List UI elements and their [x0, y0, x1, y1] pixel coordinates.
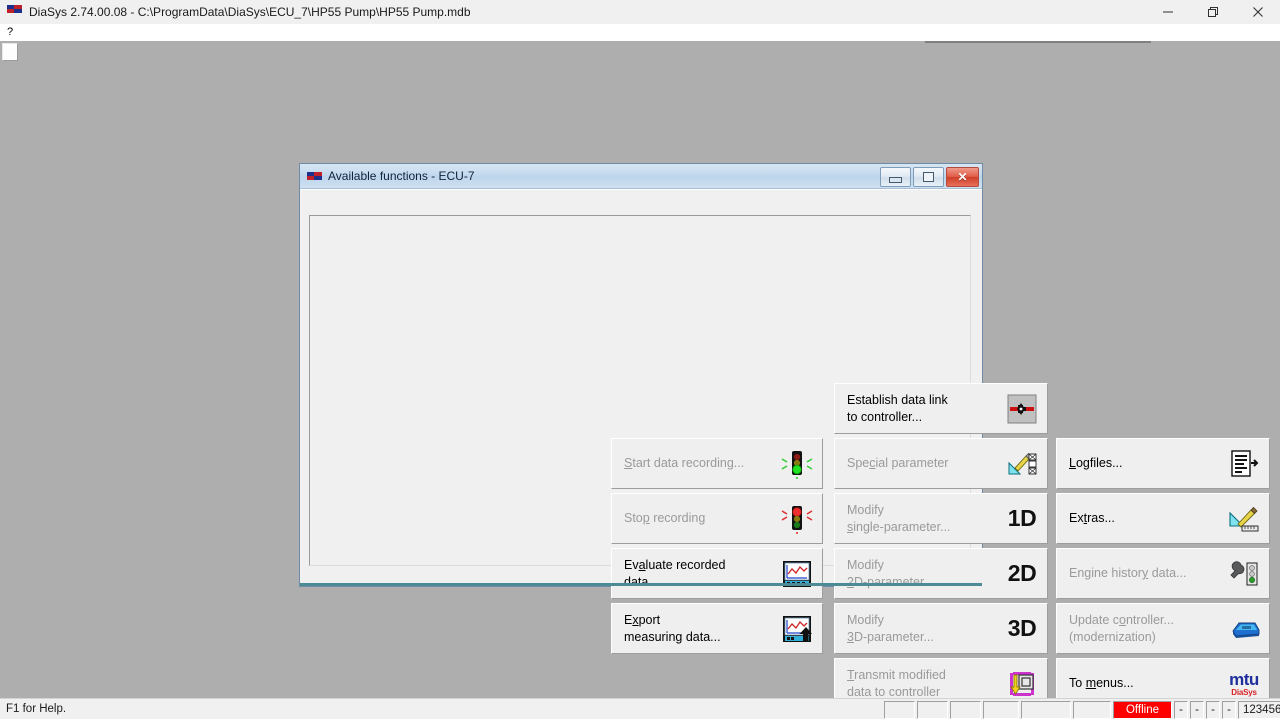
dialog-titlebar[interactable]: Available functions - ECU-7 ✕ — [300, 164, 982, 189]
modify-2d-parameter-button[interactable]: Modify 2D-parameter... 2D — [834, 548, 1048, 599]
status-code: 123456 — [1238, 701, 1280, 719]
to-menus-label: To menus... — [1069, 676, 1134, 690]
mdi-child-icon[interactable] — [2, 43, 18, 61]
dialog-window-controls: ✕ — [880, 167, 979, 187]
special-parameter-button[interactable]: Special parameter — [834, 438, 1048, 489]
dialog-bottom-edge — [300, 583, 982, 586]
logfiles-button[interactable]: Logfiles... — [1056, 438, 1270, 489]
status-cell-5 — [1021, 701, 1071, 719]
status-help-text: F1 for Help. — [6, 703, 67, 715]
programmer-device-icon — [1227, 612, 1261, 646]
status-indicator-1: - — [1174, 701, 1188, 719]
dialog-body: Establish data link to controller... Sta… — [300, 189, 1270, 719]
status-cell-3 — [950, 701, 981, 719]
application-window: DiaSys 2.74.00.08 - C:\ProgramData\DiaSy… — [0, 0, 1280, 719]
status-badge-connection: Offline — [1113, 701, 1172, 719]
modify-3d-parameter-label: Modify 3D-parameter... — [847, 612, 934, 644]
stop-recording-label: Stop recording — [624, 511, 706, 525]
wrench-trafficlight-icon — [1227, 557, 1261, 591]
engine-history-data-label: Engine history data... — [1069, 566, 1187, 580]
minimize-icon[interactable] — [1145, 0, 1190, 24]
engine-history-data-button[interactable]: Engine history data... — [1056, 548, 1270, 599]
function-button-grid: Establish data link to controller... Sta… — [300, 190, 1270, 719]
export-measuring-data-button[interactable]: Export measuring data... — [611, 603, 823, 654]
transmit-modified-data-label: Transmit modified data to controller — [847, 667, 946, 699]
main-window-title: DiaSys 2.74.00.08 - C:\ProgramData\DiaSy… — [29, 5, 471, 19]
start-data-recording-button[interactable]: Start data recording... — [611, 438, 823, 489]
mdi-divider — [925, 41, 1151, 43]
establish-data-link-button[interactable]: Establish data link to controller... — [834, 383, 1048, 434]
main-titlebar: DiaSys 2.74.00.08 - C:\ProgramData\DiaSy… — [0, 0, 1280, 24]
establish-data-link-label: Establish data link to controller... — [847, 392, 948, 424]
status-bar: F1 for Help. Offline - - - - 123456 — [0, 698, 1280, 719]
status-cell-6 — [1073, 701, 1111, 719]
status-indicator-2: - — [1190, 701, 1204, 719]
status-cell-2 — [917, 701, 948, 719]
extras-button[interactable]: Extras... — [1056, 493, 1270, 544]
close-icon[interactable]: ✕ — [946, 167, 979, 187]
evaluate-recorded-data-button[interactable]: Evaluate recorded data... — [611, 548, 823, 599]
menu-help[interactable]: ? — [0, 25, 19, 41]
two-dimension-icon: 2D — [1007, 560, 1037, 586]
window-controls — [1145, 0, 1280, 24]
chart-monitor-export-icon — [780, 612, 814, 646]
maximize-icon[interactable] — [1190, 0, 1235, 24]
three-dimension-icon: 3D — [1007, 615, 1037, 641]
one-dimension-icon: 1D — [1007, 505, 1037, 531]
start-data-recording-label: Start data recording... — [624, 456, 745, 470]
minimize-icon[interactable] — [880, 167, 911, 187]
status-indicator-3: - — [1206, 701, 1220, 719]
modify-3d-parameter-button[interactable]: Modify 3D-parameter... 3D — [834, 603, 1048, 654]
diasys-flag-icon — [7, 4, 23, 20]
plug-connector-icon — [1005, 392, 1039, 426]
diasys-flag-icon — [307, 171, 323, 182]
traffic-light-green-icon — [780, 447, 814, 481]
stop-recording-button[interactable]: Stop recording — [611, 493, 823, 544]
status-cell-1 — [884, 701, 915, 719]
status-indicator-4: - — [1222, 701, 1236, 719]
dialog-title: Available functions - ECU-7 — [328, 169, 475, 183]
update-controller-label: Update controller... (modernization) — [1069, 612, 1174, 644]
special-parameter-label: Special parameter — [847, 456, 949, 470]
chip-download-icon — [1005, 667, 1039, 701]
available-functions-dialog: Available functions - ECU-7 ✕ Establish … — [299, 163, 1270, 719]
document-arrow-icon — [1227, 447, 1261, 481]
export-measuring-data-label: Export measuring data... — [624, 612, 721, 644]
close-icon[interactable] — [1235, 0, 1280, 24]
ruler-pencil-icon — [1227, 502, 1261, 536]
mtu-diasys-logo: mtu DiaSys — [1229, 669, 1259, 697]
maximize-icon[interactable] — [913, 167, 944, 187]
logfiles-label: Logfiles... — [1069, 456, 1123, 470]
modify-single-parameter-button[interactable]: Modify single-parameter... 1D — [834, 493, 1048, 544]
update-controller-button[interactable]: Update controller... (modernization) — [1056, 603, 1270, 654]
traffic-light-red-icon — [780, 502, 814, 536]
status-indicator-panels: Offline - - - - 123456 — [884, 701, 1280, 719]
modify-single-parameter-label: Modify single-parameter... — [847, 502, 951, 534]
menu-bar: ? — [0, 24, 1280, 42]
extras-label: Extras... — [1069, 511, 1115, 525]
status-cell-4 — [983, 701, 1019, 719]
pencil-ruler-icon — [1005, 447, 1039, 481]
